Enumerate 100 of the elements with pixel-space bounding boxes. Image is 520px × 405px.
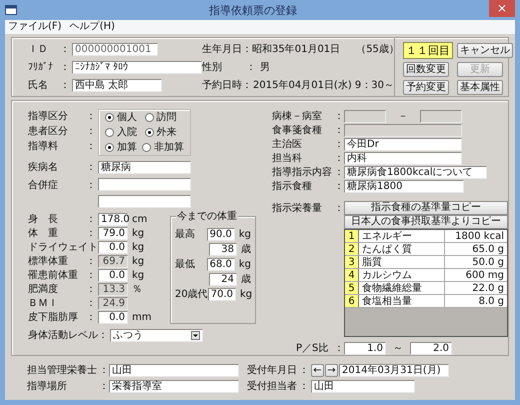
field-label: 身 長 <box>28 212 59 226</box>
close-button[interactable]: × <box>489 0 515 17</box>
unit-label: 歳 <box>241 243 251 256</box>
button[interactable]: キャンセル <box>457 43 513 58</box>
colon: ： <box>334 138 344 150</box>
text-field[interactable]: 0.0 <box>98 240 128 254</box>
row-number: 4 <box>345 269 359 281</box>
radio-label[interactable]: 外来 <box>156 126 176 139</box>
colon: ： <box>86 282 97 296</box>
copy-button[interactable]: 指示食種の基準量コピー <box>344 201 508 215</box>
text-field[interactable]: 2.0 <box>410 342 452 354</box>
text-field[interactable]: 69.7 <box>98 254 128 268</box>
dropdown[interactable]: ふつう <box>110 328 203 342</box>
dash-text: － <box>397 110 409 122</box>
date-field[interactable]: 2014年03月31日(月) <box>339 364 449 376</box>
colon: ： <box>334 124 344 136</box>
radio-button[interactable] <box>105 128 114 137</box>
radio-label[interactable]: 非加算 <box>154 141 184 154</box>
text-field[interactable]: ﾆｼﾅｶｼﾞﾏ ﾀﾛｳ <box>72 60 202 74</box>
meal-type-field[interactable] <box>344 124 462 136</box>
radio-button[interactable] <box>105 143 114 152</box>
colon: ： <box>86 212 97 226</box>
menu-item[interactable]: ヘルプ(H) <box>70 20 115 34</box>
colon: ： <box>334 166 344 178</box>
radio-label[interactable]: 加算 <box>117 141 137 154</box>
text-field[interactable]: 0.0 <box>98 268 128 282</box>
room-field[interactable] <box>420 110 462 122</box>
text-field[interactable]: 79.0 <box>98 226 128 240</box>
colon: ： <box>246 60 257 74</box>
text-field[interactable]: 000000001001 <box>72 42 158 56</box>
radio-label[interactable]: 個人 <box>117 111 137 124</box>
age-text: （55歳） <box>356 42 399 56</box>
copy-button[interactable]: 日本人の食事摂取基準よりコピー <box>344 215 508 229</box>
field-label: 指示食種 <box>272 180 313 192</box>
field-label: 指示栄養量 <box>272 202 323 214</box>
text-field[interactable]: 178.0 <box>98 212 128 226</box>
text-field[interactable]: 24 <box>208 273 237 286</box>
field-label: 指導料 <box>28 140 59 153</box>
button[interactable]: 予約変更 <box>403 80 449 95</box>
complication-field[interactable] <box>98 178 191 191</box>
field-label: P／S比 <box>295 342 330 354</box>
radio-button[interactable] <box>144 113 154 122</box>
field-label: 身体活動レベル <box>28 328 98 342</box>
text-field[interactable]: 70.0 <box>208 288 236 301</box>
colon: ： <box>86 310 97 324</box>
text-field[interactable]: 糖尿病 <box>98 160 191 174</box>
field-label: 体 重 <box>28 226 59 240</box>
nutrient-value: 600 mg <box>464 268 505 282</box>
field-label: 指導指示内容 <box>272 166 333 178</box>
text-field[interactable]: 山田 <box>109 364 239 376</box>
field-label: 指導場所 <box>27 380 68 392</box>
field-label: 最低 <box>175 258 196 271</box>
tilde-text: ～ <box>392 342 404 354</box>
field-label: 指導区分 <box>28 110 69 123</box>
text-field[interactable]: 栄養指導室 <box>109 380 239 392</box>
field-label: 氏名 <box>28 78 49 92</box>
row-number: 2 <box>345 243 359 255</box>
field-label: 合併症 <box>28 178 59 192</box>
text-field[interactable]: 13.3 <box>98 282 128 296</box>
button[interactable]: 基本属性 <box>457 80 503 95</box>
field-label: 食事箋食種 <box>272 124 323 136</box>
arrow-button[interactable]: ← <box>311 364 324 376</box>
text-field[interactable]: 90.0 <box>206 228 235 241</box>
text-field[interactable]: 糖尿病1800 <box>344 180 464 192</box>
colon: ： <box>99 380 109 392</box>
text-field[interactable]: 山田 <box>311 380 415 392</box>
radio-button[interactable] <box>105 113 114 122</box>
colon: ： <box>98 328 109 342</box>
unit-label: kg <box>132 268 144 282</box>
text-field[interactable]: 1.0 <box>344 342 386 354</box>
text-field[interactable]: 68.0 <box>206 258 235 271</box>
field-label: ＩＤ <box>28 42 49 56</box>
ward-field[interactable] <box>344 110 386 122</box>
text-field[interactable]: 西中島 太郎 <box>72 78 162 92</box>
nutrient-name: 食物繊維総量 <box>359 282 445 294</box>
field-label: 最高 <box>175 228 196 241</box>
colon: ： <box>299 380 310 392</box>
radio-label[interactable]: 訪問 <box>156 111 176 124</box>
radio-button[interactable] <box>142 143 151 152</box>
text-field[interactable]: 0.0 <box>98 310 128 324</box>
radio-button[interactable] <box>144 128 154 137</box>
text-field[interactable]: 今田Dr <box>344 138 462 150</box>
field-label: 肥満度 <box>28 282 59 296</box>
radio-label[interactable]: 入院 <box>117 126 137 139</box>
colon: ： <box>242 78 253 92</box>
row-number: 3 <box>345 256 359 268</box>
text-field[interactable]: 内科 <box>344 152 462 164</box>
unit-label: kg <box>132 240 144 254</box>
nutrient-value: 65.0 g <box>471 242 505 256</box>
complication-field[interactable] <box>98 195 191 208</box>
field-label: 疾病名 <box>28 160 59 174</box>
row-number: 6 <box>345 295 359 307</box>
button[interactable]: 回数変更 <box>403 62 449 77</box>
colon: ： <box>86 268 97 282</box>
field-label: 担当科 <box>272 152 303 164</box>
text-field[interactable]: 38 <box>208 243 237 256</box>
text-field[interactable]: 糖尿病食1800kcalについて <box>344 166 487 178</box>
arrow-button[interactable]: → <box>325 364 338 376</box>
menu-item[interactable]: ファイル(F) <box>8 20 62 34</box>
text-field[interactable]: 24.9 <box>98 296 128 310</box>
